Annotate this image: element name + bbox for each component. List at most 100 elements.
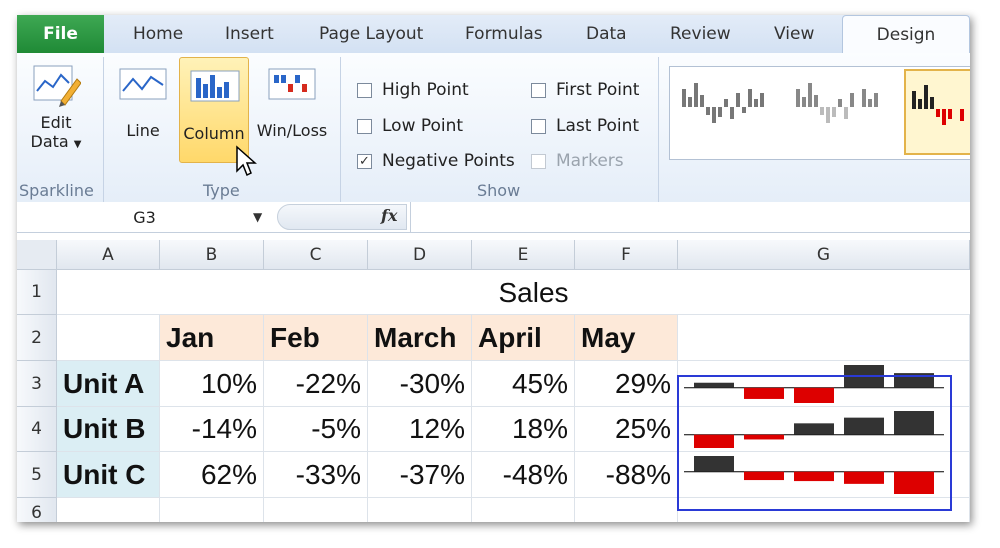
winloss-sparkline-button[interactable]: Win/Loss bbox=[252, 67, 332, 140]
column-header-g[interactable]: G bbox=[678, 240, 970, 270]
sparkline-group-label: Sparkline bbox=[19, 181, 94, 200]
value-cell[interactable]: -22% bbox=[264, 361, 368, 407]
sparkline-bar-negative bbox=[844, 471, 884, 484]
unit-label-c[interactable]: Unit C bbox=[57, 452, 160, 498]
value-cell[interactable]: 45% bbox=[472, 361, 575, 407]
month-header-april[interactable]: April bbox=[472, 315, 575, 361]
excel-window: File Home Insert Page Layout Formulas Da… bbox=[17, 15, 970, 522]
line-label: Line bbox=[126, 121, 160, 140]
row-header-5[interactable]: 5 bbox=[17, 452, 57, 498]
value-cell[interactable]: 18% bbox=[472, 407, 575, 452]
sparkline-cell-g4[interactable] bbox=[678, 407, 970, 452]
sparkline-chart bbox=[684, 455, 944, 494]
value-cell[interactable]: 10% bbox=[160, 361, 264, 407]
tab-page-layout[interactable]: Page Layout bbox=[319, 24, 423, 44]
value-cell[interactable]: 62% bbox=[160, 452, 264, 498]
sparkline-cell-g5[interactable] bbox=[678, 452, 970, 498]
sparkline-chart bbox=[684, 364, 944, 403]
month-header-jan[interactable]: Jan bbox=[160, 315, 264, 361]
group-divider bbox=[340, 57, 341, 203]
checkbox-box[interactable] bbox=[531, 82, 546, 98]
checkbox-box[interactable] bbox=[357, 82, 372, 98]
winloss-chart-icon bbox=[268, 68, 316, 100]
tab-formulas[interactable]: Formulas bbox=[465, 24, 543, 44]
sparkline-bar-negative bbox=[744, 434, 784, 439]
formula-input[interactable] bbox=[417, 206, 957, 228]
column-header-c[interactable]: C bbox=[264, 240, 368, 270]
markers-checkbox: Markers bbox=[531, 151, 624, 171]
value-cell[interactable]: -48% bbox=[472, 452, 575, 498]
value-cell[interactable]: -88% bbox=[575, 452, 678, 498]
unit-label-a[interactable]: Unit A bbox=[57, 361, 160, 407]
sparkline-bar-positive bbox=[694, 382, 734, 388]
ribbon: Edit Data ▼ Sparkline Line Column Win/Lo… bbox=[17, 53, 970, 210]
column-header-b[interactable]: B bbox=[160, 240, 264, 270]
checkmark-icon[interactable]: ✓ bbox=[357, 153, 372, 169]
value-cell[interactable]: 29% bbox=[575, 361, 678, 407]
tab-data[interactable]: Data bbox=[586, 24, 627, 44]
tab-view[interactable]: View bbox=[774, 24, 814, 44]
sparkline-bar-negative bbox=[794, 387, 834, 403]
tab-home[interactable]: Home bbox=[133, 24, 183, 44]
column-header-e[interactable]: E bbox=[472, 240, 575, 270]
cell-c6[interactable] bbox=[264, 498, 368, 522]
style-option-red-negative[interactable] bbox=[904, 69, 970, 155]
row-header-2[interactable]: 2 bbox=[17, 315, 57, 361]
value-cell[interactable]: -5% bbox=[264, 407, 368, 452]
column-chart-icon bbox=[190, 70, 240, 102]
sparkline-bar-positive bbox=[844, 364, 884, 388]
select-all-button[interactable] bbox=[17, 240, 57, 270]
cell-b6[interactable] bbox=[160, 498, 264, 522]
high-point-checkbox[interactable]: High Point bbox=[357, 80, 469, 100]
negative-points-checkbox[interactable]: ✓ Negative Points bbox=[357, 151, 515, 171]
value-cell[interactable]: -33% bbox=[264, 452, 368, 498]
cell-a2[interactable] bbox=[57, 315, 160, 361]
row-header-3[interactable]: 3 bbox=[17, 361, 57, 407]
checkbox-box[interactable] bbox=[531, 118, 546, 134]
column-header-a[interactable]: A bbox=[57, 240, 160, 270]
cell-g2[interactable] bbox=[678, 315, 970, 361]
value-cell[interactable]: -37% bbox=[368, 452, 472, 498]
chevron-down-icon[interactable]: ▼ bbox=[253, 210, 262, 224]
low-point-checkbox[interactable]: Low Point bbox=[357, 116, 463, 136]
column-header-d[interactable]: D bbox=[368, 240, 472, 270]
month-header-may[interactable]: May bbox=[575, 315, 678, 361]
sparkline-style-gallery bbox=[669, 66, 970, 160]
edit-data-button[interactable]: Edit Data ▼ bbox=[25, 63, 87, 151]
tab-file[interactable]: File bbox=[17, 15, 104, 53]
tab-design[interactable]: Design bbox=[842, 15, 970, 54]
first-point-checkbox[interactable]: First Point bbox=[531, 80, 639, 100]
edit-data-label-2: Data ▼ bbox=[30, 132, 82, 151]
value-cell[interactable]: 25% bbox=[575, 407, 678, 452]
insert-function-icon[interactable]: fx bbox=[381, 206, 397, 225]
last-point-checkbox[interactable]: Last Point bbox=[531, 116, 639, 136]
cell-f6[interactable] bbox=[575, 498, 678, 522]
sparkline-cell-g3[interactable] bbox=[678, 361, 970, 407]
line-sparkline-button[interactable]: Line bbox=[115, 67, 171, 140]
column-label: Column bbox=[183, 124, 245, 143]
cell-g6[interactable] bbox=[678, 498, 970, 522]
tab-review[interactable]: Review bbox=[670, 24, 731, 44]
style-preview-icon bbox=[682, 83, 764, 123]
style-option-light-gray[interactable] bbox=[790, 69, 900, 155]
line-chart-icon bbox=[119, 68, 167, 100]
value-cell[interactable]: -14% bbox=[160, 407, 264, 452]
sheet-title: Sales bbox=[498, 276, 569, 308]
row-header-1[interactable]: 1 bbox=[17, 270, 57, 315]
name-box[interactable]: G3 bbox=[17, 205, 272, 229]
value-cell[interactable]: -30% bbox=[368, 361, 472, 407]
cell-a6[interactable] bbox=[57, 498, 160, 522]
style-preview-icon bbox=[796, 83, 878, 123]
row-header-6[interactable]: 6 bbox=[17, 498, 57, 522]
cell-d6[interactable] bbox=[368, 498, 472, 522]
value-cell[interactable]: 12% bbox=[368, 407, 472, 452]
month-header-march[interactable]: March bbox=[368, 315, 472, 361]
tab-insert[interactable]: Insert bbox=[225, 24, 274, 44]
style-option-gray[interactable] bbox=[676, 69, 786, 155]
checkbox-box[interactable] bbox=[357, 118, 372, 134]
unit-label-b[interactable]: Unit B bbox=[57, 407, 160, 452]
month-header-feb[interactable]: Feb bbox=[264, 315, 368, 361]
column-header-f[interactable]: F bbox=[575, 240, 678, 270]
row-header-4[interactable]: 4 bbox=[17, 407, 57, 452]
cell-e6[interactable] bbox=[472, 498, 575, 522]
